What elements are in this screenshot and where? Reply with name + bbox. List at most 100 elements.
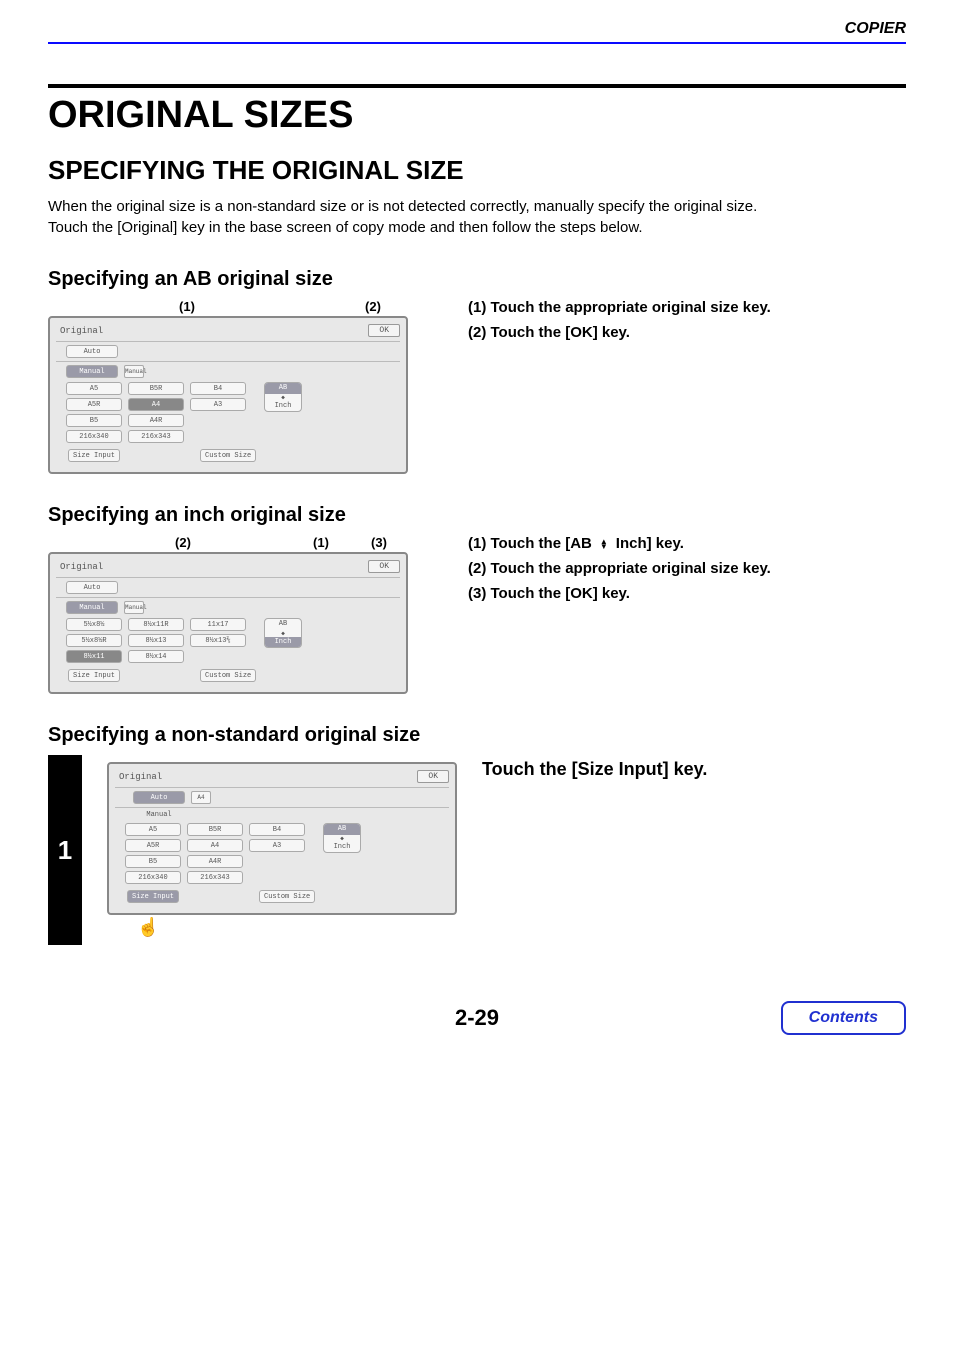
- inch-auto-button[interactable]: Auto: [66, 581, 118, 594]
- ab-step-1: (1) Touch the appropriate original size …: [468, 299, 906, 316]
- inch-step1-suffix: Inch] key.: [616, 535, 684, 552]
- inch-step-2: (2) Touch the appropriate original size …: [468, 560, 906, 577]
- toggle-ab-2[interactable]: AB: [265, 619, 301, 630]
- header-section-label: COPIER: [48, 20, 906, 38]
- nonstd-auto-tag: A4: [191, 791, 211, 804]
- nonstd-instruction: Touch the [Size Input] key.: [482, 755, 906, 945]
- size-8x13[interactable]: 8½x13: [128, 634, 184, 647]
- nonstd-size-input-button[interactable]: Size Input: [127, 890, 179, 903]
- nonstd-ok-button[interactable]: OK: [417, 770, 449, 783]
- header-bar: COPIER: [48, 20, 906, 44]
- ns-b5r[interactable]: B5R: [187, 823, 243, 836]
- ab-panel: Original OK Auto Manual Manual A5 B5R B4…: [48, 316, 408, 474]
- ab-custom-size-button[interactable]: Custom Size: [200, 449, 256, 462]
- inch-manual-tag: Manual: [124, 601, 144, 614]
- page-number: 2-29: [48, 1005, 906, 1031]
- inch-ab-toggle[interactable]: AB ◆ Inch: [264, 618, 302, 648]
- ab-section: (1) (2) Original OK Auto Manual Manual A…: [48, 299, 906, 474]
- ns-a5r[interactable]: A5R: [125, 839, 181, 852]
- ns-216x340[interactable]: 216x340: [125, 871, 181, 884]
- size-8x13b[interactable]: 8½x13⅖: [190, 634, 246, 647]
- ns-a5[interactable]: A5: [125, 823, 181, 836]
- size-8x11r[interactable]: 8½x11R: [128, 618, 184, 631]
- size-a4-selected[interactable]: A4: [128, 398, 184, 411]
- ab-ok-button[interactable]: OK: [368, 324, 400, 337]
- ns-a3[interactable]: A3: [249, 839, 305, 852]
- inch-callouts: (2) (1) (3): [48, 535, 408, 550]
- inch-manual-button[interactable]: Manual: [66, 601, 118, 614]
- nonstd-step-block: 1 Original OK Auto A4 Manual A5 B5R B4: [48, 755, 906, 945]
- ab-size-grid: A5 B5R B4 A5R A4 A3 B5 A4R 216x340 216x3…: [66, 382, 246, 443]
- pointer-hand-icon: ☝: [107, 917, 457, 938]
- ns-b4[interactable]: B4: [249, 823, 305, 836]
- nonstd-panel: Original OK Auto A4 Manual A5 B5R B4 A5R…: [107, 762, 457, 915]
- toggle-ab[interactable]: AB: [265, 383, 301, 394]
- inch-panel: Original OK Auto Manual Manual 5½x8½ 8½x…: [48, 552, 408, 694]
- intro-text: When the original size is a non-standard…: [48, 196, 906, 238]
- intro-line2: Touch the [Original] key in the base scr…: [48, 219, 643, 236]
- ab-callout-2: (2): [358, 299, 388, 314]
- ns-b5[interactable]: B5: [125, 855, 181, 868]
- nonstd-ab-toggle[interactable]: AB ◆ Inch: [323, 823, 361, 853]
- size-216x340[interactable]: 216x340: [66, 430, 122, 443]
- size-b5[interactable]: B5: [66, 414, 122, 427]
- size-11x17[interactable]: 11x17: [190, 618, 246, 631]
- inch-callout-2: (2): [168, 535, 198, 550]
- ab-callouts: (1) (2): [48, 299, 408, 314]
- ns-toggle-ab[interactable]: AB: [324, 824, 360, 835]
- ab-callout-1: (1): [172, 299, 202, 314]
- size-8x11-selected[interactable]: 8½x11: [66, 650, 122, 663]
- step-number: 1: [58, 835, 72, 866]
- inch-panel-title: Original: [56, 562, 103, 572]
- size-b4[interactable]: B4: [190, 382, 246, 395]
- inch-size-input-button[interactable]: Size Input: [68, 669, 120, 682]
- intro-line1: When the original size is a non-standard…: [48, 198, 757, 215]
- toggle-inch[interactable]: Inch: [265, 401, 301, 412]
- inch-step-1: (1) Touch the [AB ▲▼ Inch] key.: [468, 535, 906, 552]
- inch-ok-button[interactable]: OK: [368, 560, 400, 573]
- ab-left: (1) (2) Original OK Auto Manual Manual A…: [48, 299, 408, 474]
- step-number-bar: 1: [48, 755, 82, 945]
- inch-step-3: (3) Touch the [OK] key.: [468, 585, 906, 602]
- size-8x14[interactable]: 8½x14: [128, 650, 184, 663]
- page-subtitle: SPECIFYING THE ORIGINAL SIZE: [48, 155, 906, 186]
- ab-manual-button[interactable]: Manual: [66, 365, 118, 378]
- page-title: ORIGINAL SIZES: [48, 94, 906, 137]
- nonstd-auto-button[interactable]: Auto: [133, 791, 185, 804]
- ab-manual-tag: Manual: [124, 365, 144, 378]
- size-a5r[interactable]: A5R: [66, 398, 122, 411]
- ns-a4r[interactable]: A4R: [187, 855, 243, 868]
- nonstd-custom-size-button[interactable]: Custom Size: [259, 890, 315, 903]
- ab-size-input-button[interactable]: Size Input: [68, 449, 120, 462]
- ns-a4[interactable]: A4: [187, 839, 243, 852]
- contents-button[interactable]: Contents: [781, 1001, 906, 1035]
- inch-steps: (1) Touch the [AB ▲▼ Inch] key. (2) Touc…: [468, 535, 906, 610]
- inch-size-grid: 5½x8½ 8½x11R 11x17 5½x8½R 8½x13 8½x13⅖ 8…: [66, 618, 246, 663]
- inch-section: (2) (1) (3) Original OK Auto Manual Manu…: [48, 535, 906, 694]
- toggle-inch-2[interactable]: Inch: [265, 637, 301, 648]
- size-5x8r[interactable]: 5½x8½R: [66, 634, 122, 647]
- ab-step-2: (2) Touch the [OK] key.: [468, 324, 906, 341]
- nonstd-heading: Specifying a non-standard original size: [48, 724, 906, 747]
- nonstd-size-grid: A5 B5R B4 A5R A4 A3 B5 A4R 216x340 216x3…: [125, 823, 305, 884]
- ab-panel-title: Original: [56, 326, 103, 336]
- inch-callout-3: (3): [364, 535, 394, 550]
- ns-toggle-inch[interactable]: Inch: [324, 842, 360, 853]
- ab-auto-button[interactable]: Auto: [66, 345, 118, 358]
- size-5x8[interactable]: 5½x8½: [66, 618, 122, 631]
- inch-left: (2) (1) (3) Original OK Auto Manual Manu…: [48, 535, 408, 694]
- ab-steps: (1) Touch the appropriate original size …: [468, 299, 906, 349]
- size-b5r[interactable]: B5R: [128, 382, 184, 395]
- ab-heading: Specifying an AB original size: [48, 268, 906, 291]
- nonstd-panel-title: Original: [115, 772, 162, 782]
- updown-icon: ▲▼: [600, 539, 608, 549]
- size-a3[interactable]: A3: [190, 398, 246, 411]
- nonstd-panel-wrap: Original OK Auto A4 Manual A5 B5R B4 A5R…: [102, 755, 462, 945]
- ns-216x343[interactable]: 216x343: [187, 871, 243, 884]
- size-a5[interactable]: A5: [66, 382, 122, 395]
- size-a4r[interactable]: A4R: [128, 414, 184, 427]
- inch-custom-size-button[interactable]: Custom Size: [200, 669, 256, 682]
- ab-inch-toggle[interactable]: AB ◆ Inch: [264, 382, 302, 412]
- title-rule-top: [48, 84, 906, 88]
- size-216x343[interactable]: 216x343: [128, 430, 184, 443]
